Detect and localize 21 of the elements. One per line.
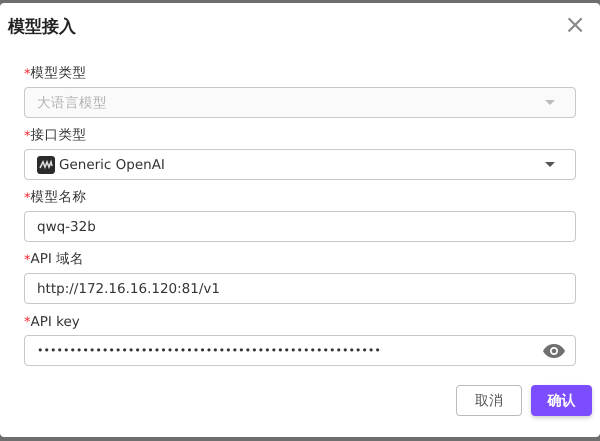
caret-icon <box>545 100 555 105</box>
caret-icon <box>545 162 555 167</box>
dialog-title: 模型接入 <box>8 16 76 38</box>
required-mark: * <box>24 67 30 82</box>
eye-icon[interactable] <box>543 344 565 358</box>
required-mark: * <box>24 191 30 206</box>
confirm-button[interactable]: 确认 <box>531 385 592 416</box>
input-field[interactable]: http://172.16.16.120:81/v1 <box>24 273 576 304</box>
field-label: API 域名 <box>30 250 84 268</box>
field-label: 模型名称 <box>30 188 86 206</box>
field-label: 接口类型 <box>30 126 86 144</box>
select-field[interactable]: Generic OpenAI <box>24 149 576 180</box>
input-field[interactable]: qwq-32b <box>24 211 576 242</box>
field-label: 模型类型 <box>30 64 86 82</box>
field-label: API key <box>30 314 80 330</box>
password-field[interactable]: ••••••••••••••••••••••••••••••••••••••••••••••••••••• <box>24 335 576 366</box>
required-mark: * <box>24 129 30 144</box>
cancel-button[interactable]: 取消 <box>456 385 522 416</box>
required-mark: * <box>24 253 30 268</box>
required-mark: * <box>24 315 30 330</box>
select-field: 大语言模型 <box>24 87 576 118</box>
